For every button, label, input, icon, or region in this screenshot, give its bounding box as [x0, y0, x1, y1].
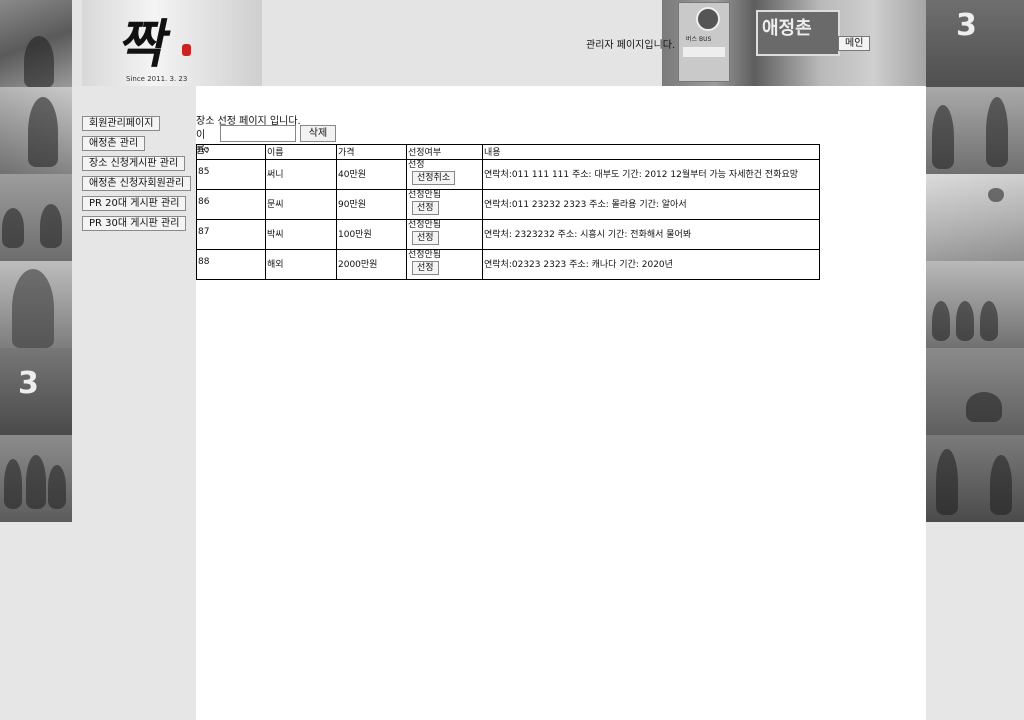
cancel-selection-button[interactable]: 선정취소	[412, 171, 456, 185]
table-row: 87 박씨 100만원 선정안됨 선정 연락처: 2323232 주소: 시흥시…	[196, 219, 820, 250]
photo-tile	[0, 174, 72, 261]
logo-stamp-icon	[182, 44, 191, 56]
photo-tile	[926, 435, 1024, 522]
photo-tile	[926, 174, 1024, 261]
sidebar-nav: 회원관리페이지 애정촌 관리 장소 신청게시판 관리 애정촌 신청자회원관리 P…	[82, 116, 192, 236]
header-price: 가격	[336, 144, 407, 160]
place-selection-table: no 이름 가격 선정여부 내용 85 써니 40만원 선정 선정취소 연락처:…	[196, 144, 820, 280]
header-detail: 내용	[482, 144, 820, 160]
row-name: 문씨	[267, 200, 284, 210]
table-row: 88 해외 2000만원 선정안됨 선정 연락처:02323 2323 주소: …	[196, 249, 820, 280]
bus-sign-text: 버스 BUS	[686, 36, 712, 43]
row-price: 40만원	[338, 170, 367, 180]
header-name: 이름	[265, 144, 337, 160]
name-search-input[interactable]	[220, 125, 296, 142]
row-status: 선정안됨	[408, 220, 442, 230]
photo-tile	[926, 348, 1024, 435]
row-detail: 연락처:011 111 111 주소: 대부도 기간: 2012 12월부터 가…	[484, 170, 799, 180]
table-row: 85 써니 40만원 선정 선정취소 연락처:011 111 111 주소: 대…	[196, 159, 820, 190]
select-button[interactable]: 선정	[412, 261, 439, 275]
photo-tile	[926, 261, 1024, 348]
bus-sign-image: 버스 BUS	[678, 2, 730, 82]
row-status: 선정	[408, 160, 425, 170]
select-button[interactable]: 선정	[412, 231, 439, 245]
nav-place-board-management[interactable]: 장소 신청게시판 관리	[82, 156, 186, 171]
row-no: 87	[198, 227, 210, 237]
photo-tile: 3	[926, 0, 1024, 87]
row-no: 86	[198, 197, 210, 207]
bus-icon	[696, 7, 720, 31]
row-detail: 연락처:02323 2323 주소: 캐나다 기간: 2020년	[484, 260, 673, 270]
row-no: 85	[198, 167, 210, 177]
header-selection: 선정여부	[406, 144, 483, 160]
row-price: 100만원	[338, 230, 372, 240]
left-photo-strip: 3	[0, 0, 72, 522]
header-photo-banner: 버스 BUS 애정촌	[662, 0, 926, 86]
photo-tile	[0, 0, 72, 87]
nav-pr20-board-management[interactable]: PR 20대 게시판 관리	[82, 196, 187, 211]
photo-tile	[926, 87, 1024, 174]
main-button[interactable]: 메인	[838, 36, 871, 51]
select-button[interactable]: 선정	[412, 201, 439, 215]
site-logo[interactable]: 짝 Since 2011. 3. 23	[82, 0, 262, 86]
photo-tile	[0, 435, 72, 522]
village-sign-text: 애정촌	[762, 18, 812, 39]
row-price: 2000만원	[338, 260, 378, 270]
logo-since-text: Since 2011. 3. 23	[126, 75, 188, 83]
header-no: no	[196, 144, 266, 160]
row-name: 해외	[267, 260, 284, 270]
photo-tile: 3	[0, 348, 72, 435]
delete-button[interactable]: 삭제	[300, 125, 336, 142]
nav-pr30-board-management[interactable]: PR 30대 게시판 관리	[82, 216, 187, 231]
table-header-row: no 이름 가격 선정여부 내용	[196, 144, 820, 160]
row-price: 90만원	[338, 200, 367, 210]
nav-applicant-management[interactable]: 애정촌 신청자회원관리	[82, 176, 192, 191]
nav-aejeongchon-management[interactable]: 애정촌 관리	[82, 136, 146, 151]
bus-sign-plate	[683, 47, 725, 57]
table-row: 86 문씨 90만원 선정안됨 선정 연락처:011 23232 2323 주소…	[196, 189, 820, 220]
logo-glyph: 짝	[114, 14, 176, 75]
row-name: 박씨	[267, 230, 284, 240]
nav-member-management[interactable]: 회원관리페이지	[82, 116, 161, 131]
row-no: 88	[198, 257, 210, 267]
row-name: 써니	[267, 170, 284, 180]
row-status: 선정안됨	[408, 250, 442, 260]
admin-page-label: 관리자 페이지입니다.	[586, 40, 676, 51]
photo-tile	[0, 261, 72, 348]
row-detail: 연락처:011 23232 2323 주소: 몰라용 기간: 알아서	[484, 200, 687, 210]
right-photo-strip: 3	[926, 0, 1024, 522]
row-status: 선정안됨	[408, 190, 442, 200]
row-detail: 연락처: 2323232 주소: 시흥시 기간: 전화해서 물어봐	[484, 230, 692, 240]
photo-tile	[0, 87, 72, 174]
